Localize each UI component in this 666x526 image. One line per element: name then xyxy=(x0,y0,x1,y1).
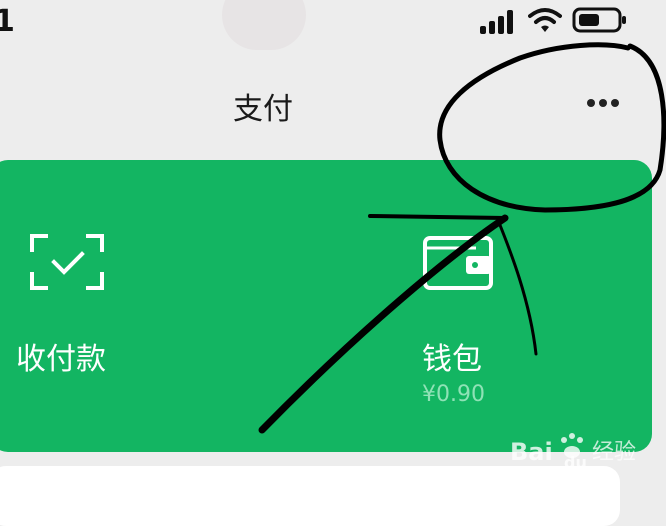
page-title: 支付 xyxy=(233,92,293,127)
svg-text:Bai: Bai xyxy=(510,438,553,466)
receive-pay-button[interactable]: 收付款 xyxy=(0,220,140,380)
baidu-jingyan-watermark: Bai du 经验 xyxy=(508,428,648,472)
status-time: 1 xyxy=(0,4,15,39)
more-options-button[interactable] xyxy=(578,88,628,118)
wallet-icon xyxy=(423,236,493,290)
wallet-button[interactable]: 钱包 ¥0.90 xyxy=(400,220,520,420)
camera-notch xyxy=(222,0,306,50)
signal-icon xyxy=(480,10,513,34)
battery-icon xyxy=(572,7,626,33)
status-bar: 1 xyxy=(0,0,666,50)
receive-pay-label: 收付款 xyxy=(16,342,106,377)
wifi-icon xyxy=(528,8,562,32)
baidu-logo: Bai du xyxy=(510,433,587,472)
next-card xyxy=(0,466,620,526)
wallet-balance: ¥0.90 xyxy=(422,382,485,407)
more-icon xyxy=(587,99,619,107)
watermark-text: 经验 xyxy=(592,440,637,465)
svg-text:du: du xyxy=(564,453,587,472)
scan-icon xyxy=(30,234,104,290)
wallet-label: 钱包 xyxy=(422,342,482,377)
